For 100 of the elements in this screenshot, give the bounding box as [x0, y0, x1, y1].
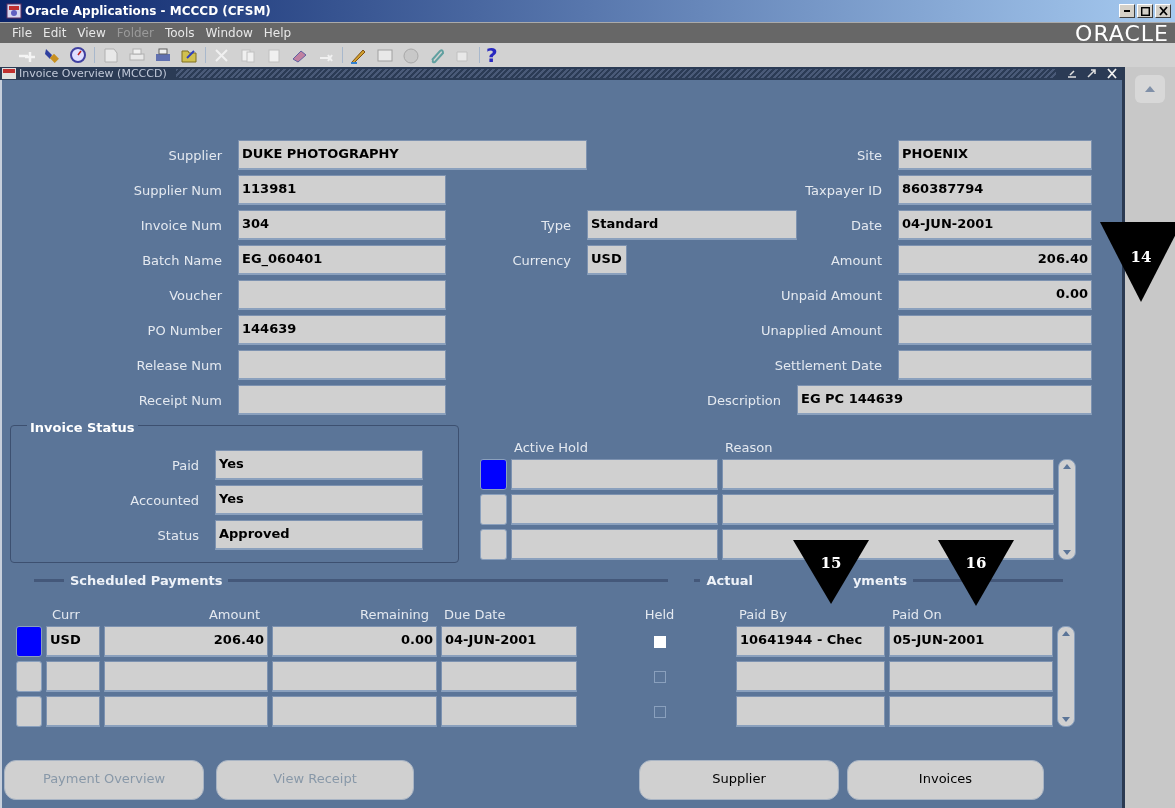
table-cell[interactable]: 206.40 [104, 626, 268, 657]
logo: ORACLE [1075, 22, 1169, 44]
printer-icon[interactable] [153, 46, 173, 64]
up-arrow-icon[interactable] [1061, 630, 1071, 637]
globe-icon[interactable] [401, 46, 421, 64]
clock-icon[interactable] [68, 46, 88, 64]
table-cell[interactable]: 04-JUN-2001 [441, 626, 577, 657]
close-button[interactable] [1155, 4, 1171, 18]
row-indicator[interactable] [16, 696, 42, 727]
row-indicator[interactable] [480, 529, 507, 560]
text-field[interactable] [238, 350, 446, 380]
maximize-icon[interactable] [1085, 68, 1099, 79]
section-title: Actual [705, 572, 754, 588]
close-icon [1158, 6, 1168, 16]
table-cell[interactable] [441, 661, 577, 692]
table-cell[interactable] [722, 494, 1054, 525]
table-cell[interactable] [511, 529, 718, 560]
close-icon[interactable] [1105, 68, 1119, 79]
column-header: Due Date [443, 607, 507, 622]
table-cell[interactable] [272, 661, 437, 692]
field-label: Paid [170, 457, 200, 473]
menu-item[interactable]: View [77, 26, 106, 40]
table-cell[interactable] [46, 661, 100, 692]
menu-item[interactable]: Help [263, 26, 292, 40]
menu-item[interactable]: Window [205, 26, 253, 40]
column-header: Reason [724, 440, 774, 455]
text-field[interactable]: PHOENIX [898, 140, 1092, 170]
maximize-button[interactable] [1137, 4, 1153, 18]
text-field[interactable]: 304 [238, 210, 446, 240]
field-label: Type [540, 217, 572, 233]
minimize-icon [1124, 10, 1130, 12]
field-label: Currency [511, 252, 572, 268]
table-cell[interactable] [104, 696, 268, 727]
row-indicator[interactable] [480, 494, 507, 525]
section-title: Scheduled Payments [69, 572, 224, 588]
field-label: Description [705, 392, 782, 408]
window-icon[interactable] [375, 46, 395, 64]
scroll-up-button[interactable] [1135, 75, 1165, 103]
help-icon[interactable]: ? [486, 45, 498, 65]
scroll-bar[interactable] [1057, 626, 1075, 727]
scroll-bar[interactable] [1058, 459, 1076, 560]
text-field[interactable]: Approved [215, 520, 423, 550]
text-field[interactable]: 0.00 [898, 280, 1092, 310]
page-icon[interactable] [101, 46, 121, 64]
text-field[interactable]: 206.40 [898, 245, 1092, 275]
table-cell[interactable] [722, 459, 1054, 490]
table-cell[interactable]: USD [46, 626, 100, 657]
text-field[interactable]: Yes [215, 450, 423, 480]
app-icon [6, 3, 22, 19]
text-field[interactable]: USD [587, 245, 627, 275]
table-cell[interactable]: 05-JUN-2001 [889, 626, 1053, 657]
table-cell[interactable]: 10641944 - Chec [736, 626, 885, 657]
table-cell[interactable]: 0.00 [272, 626, 437, 657]
text-field[interactable]: 04-JUN-2001 [898, 210, 1092, 240]
text-field[interactable]: EG_060401 [238, 245, 446, 275]
group-title: Invoice Status [27, 420, 138, 435]
text-field[interactable]: 860387794 [898, 175, 1092, 205]
up-arrow-icon[interactable] [1143, 84, 1157, 94]
field-label: Settlement Date [773, 357, 883, 373]
minimize-icon[interactable] [1065, 68, 1079, 79]
text-field[interactable] [898, 350, 1092, 380]
copy-icon[interactable] [238, 46, 258, 64]
section-title: yments [851, 572, 908, 588]
down-arrow-icon[interactable] [1061, 716, 1071, 723]
text-field[interactable]: Yes [215, 485, 423, 515]
table-cell[interactable] [104, 661, 268, 692]
text-field[interactable]: DUKE PHOTOGRAPHY [238, 140, 587, 170]
table-cell[interactable] [736, 661, 885, 692]
text-field[interactable] [238, 280, 446, 310]
table-cell[interactable] [511, 459, 718, 490]
text-field[interactable]: 144639 [238, 315, 446, 345]
row-indicator[interactable] [480, 459, 507, 490]
field-label: Supplier Num [132, 182, 223, 198]
text-field[interactable]: 113981 [238, 175, 446, 205]
table-cell[interactable] [736, 696, 885, 727]
column-header: Amount [207, 607, 261, 622]
checkbox[interactable] [653, 635, 666, 648]
action-button[interactable]: Invoices [847, 760, 1044, 800]
minimize-button[interactable] [1119, 4, 1135, 18]
table-cell[interactable] [889, 661, 1053, 692]
menu-item[interactable]: Tools [164, 26, 195, 40]
menu-item[interactable]: File [12, 26, 33, 40]
row-indicator[interactable] [16, 661, 42, 692]
text-field[interactable]: Standard [587, 210, 797, 240]
row-indicator[interactable] [16, 626, 42, 657]
field-label: Unapplied Amount [760, 322, 883, 338]
action-button[interactable]: Supplier [639, 760, 839, 800]
text-field[interactable]: EG PC 144639 [797, 385, 1092, 415]
text-field[interactable] [898, 315, 1092, 345]
table-cell[interactable] [511, 494, 718, 525]
text-field[interactable] [238, 385, 446, 415]
down-arrow-icon[interactable] [1062, 549, 1072, 556]
field-label: Date [849, 217, 883, 233]
up-arrow-icon[interactable] [1062, 463, 1072, 470]
table-cell[interactable] [272, 696, 437, 727]
table-cell[interactable] [889, 696, 1053, 727]
table-cell[interactable] [441, 696, 577, 727]
table-cell[interactable] [46, 696, 100, 727]
field-label: Supplier [167, 147, 223, 163]
menu-item[interactable]: Edit [43, 26, 67, 40]
